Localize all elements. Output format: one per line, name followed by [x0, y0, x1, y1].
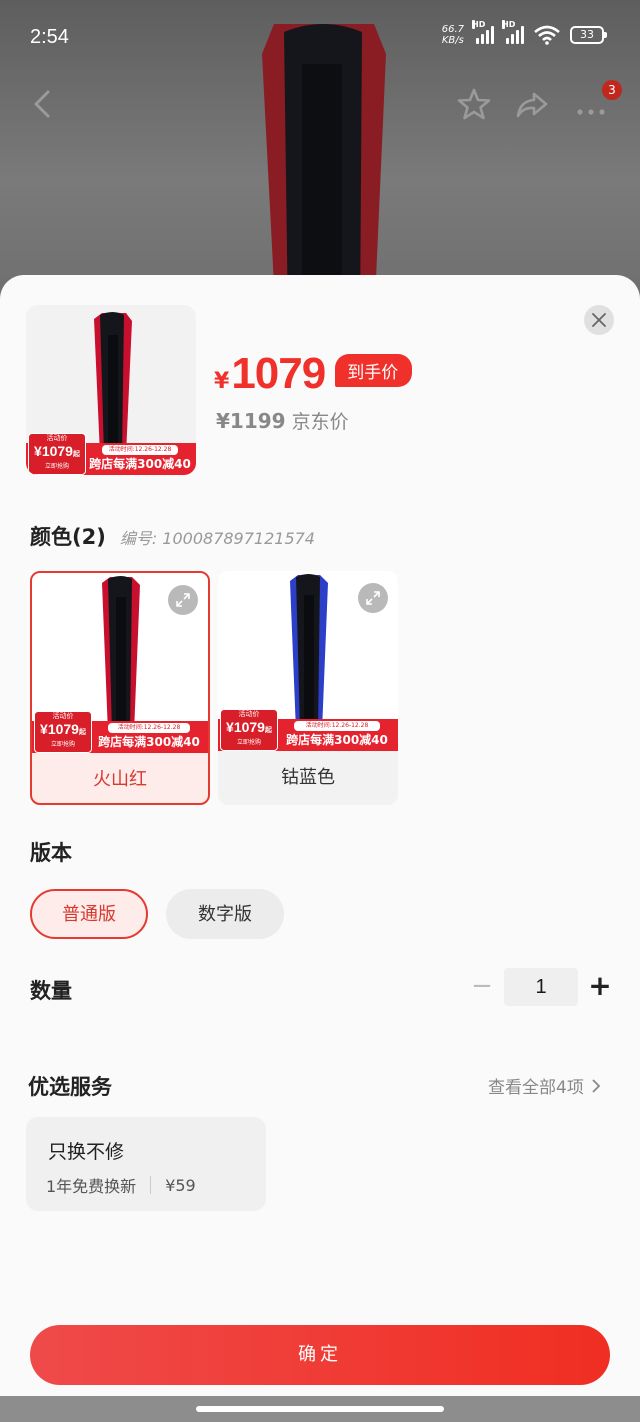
back-icon[interactable] [28, 86, 56, 122]
network-speed: 66.7 KB/s [441, 24, 464, 46]
status-bar: 2:54 66.7 KB/s HD HD 33 [0, 0, 640, 76]
color-section-title: 颜色(2) 编号: 100087897121574 [30, 525, 315, 549]
cart-badge: 3 [602, 80, 622, 100]
status-indicators: 66.7 KB/s HD HD 33 [441, 20, 607, 46]
product-thumbnail[interactable]: 活动价 ¥1079起 立即抢购 活动时间:12.26-12.28 跨店每满300… [26, 305, 196, 475]
service-price: ¥59 [165, 1175, 196, 1195]
sku-selection-sheet: 活动价 ¥1079起 立即抢购 活动时间:12.26-12.28 跨店每满300… [0, 275, 640, 1422]
color-option-label: 火山红 [93, 769, 147, 790]
quantity-title: 数量 [30, 979, 72, 1003]
home-indicator-area [0, 1396, 640, 1422]
price-row: ¥ 1079 到手价 [214, 349, 413, 399]
battery-icon: 33 [570, 26, 607, 44]
star-icon[interactable] [456, 86, 492, 122]
view-all-services-link[interactable]: 查看全部4项 [488, 1073, 600, 1098]
quantity-increase-button[interactable]: + [586, 969, 614, 1005]
jd-price-row: ¥1199 京东价 [216, 407, 349, 434]
color-option-volcano-red[interactable]: 活动价 ¥1079起 立即抢购 活动时间:12.26-12.28 跨店每满300… [30, 571, 210, 805]
jd-price: ¥1199 [216, 409, 286, 433]
service-description: 1年免费换新 ¥59 [46, 1175, 196, 1197]
services-section-title: 优选服务 [28, 1075, 112, 1099]
chevron-right-icon [592, 1078, 600, 1093]
quantity-decrease-button[interactable]: − [468, 969, 496, 1005]
service-name: 只换不修 [48, 1141, 125, 1163]
promo-banner: 活动价 ¥1079起 立即抢购 活动时间:12.26-12.28 跨店每满300… [218, 709, 398, 751]
product-page-background: 2:54 66.7 KB/s HD HD 33 3 [0, 0, 640, 300]
price-currency: ¥ [214, 369, 230, 394]
wifi-icon [534, 25, 560, 45]
signal-icon: HD [472, 20, 494, 44]
edition-option-standard[interactable]: 普通版 [30, 889, 148, 939]
close-icon [592, 313, 606, 327]
confirm-button[interactable]: 确定 [30, 1325, 610, 1385]
status-time: 2:54 [30, 26, 69, 48]
top-nav-bar: 3 [0, 76, 640, 132]
promo-banner: 活动价 ¥1079起 立即抢购 活动时间:12.26-12.28 跨店每满300… [26, 433, 196, 475]
color-option-label: 钴蓝色 [281, 767, 335, 788]
home-indicator-bar[interactable] [196, 1406, 444, 1412]
divider [150, 1176, 152, 1194]
final-price-tag: 到手价 [335, 354, 413, 387]
edition-option-digital[interactable]: 数字版 [166, 889, 284, 939]
share-icon[interactable] [514, 86, 550, 122]
edition-section-title: 版本 [30, 841, 72, 865]
service-option-card[interactable]: 只换不修 1年免费换新 ¥59 [26, 1117, 266, 1211]
signal-icon: HD [502, 20, 524, 44]
quantity-input[interactable]: 1 [504, 968, 578, 1006]
expand-icon[interactable] [168, 585, 198, 615]
expand-icon[interactable] [358, 583, 388, 613]
jd-price-label: 京东价 [291, 411, 349, 433]
final-price: 1079 [231, 349, 326, 398]
close-button[interactable] [584, 305, 614, 335]
sku-number: 编号: 100087897121574 [119, 529, 315, 548]
promo-banner: 活动价 ¥1079起 立即抢购 活动时间:12.26-12.28 跨店每满300… [32, 711, 208, 753]
color-option-cobalt-blue[interactable]: 活动价 ¥1079起 立即抢购 活动时间:12.26-12.28 跨店每满300… [218, 571, 398, 805]
